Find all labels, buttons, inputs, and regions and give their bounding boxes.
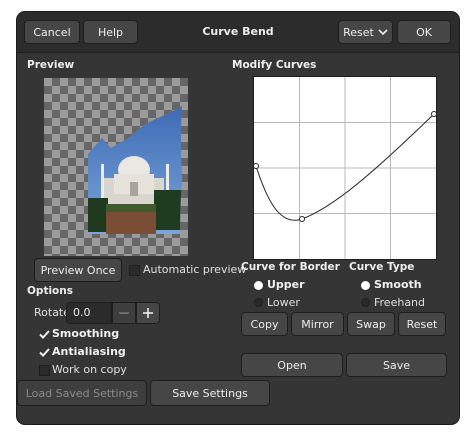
curve-control-point[interactable] <box>299 216 305 222</box>
mirror-button[interactable]: Mirror <box>291 312 344 336</box>
border-lower-radio[interactable] <box>254 298 263 307</box>
options-section-label: Options <box>27 285 73 297</box>
type-freehand-label: Freehand <box>374 296 426 309</box>
smoothing-label: Smoothing <box>52 327 120 340</box>
curve-type-label: Curve Type <box>349 261 415 273</box>
curve-bend-dialog: Cancel Help Curve Bend Reset OK Preview <box>17 12 459 424</box>
plus-icon <box>143 308 153 318</box>
rotate-decrement-button[interactable] <box>112 302 136 324</box>
swap-button[interactable]: Swap <box>347 312 395 336</box>
dialog-header: Cancel Help Curve Bend Reset OK <box>17 12 459 53</box>
reset-curve-button[interactable]: Reset <box>398 312 446 336</box>
type-smooth-label: Smooth <box>374 278 422 291</box>
open-curve-button[interactable]: Open <box>241 353 343 377</box>
curve-control-point[interactable] <box>431 111 437 117</box>
automatic-preview-checkbox[interactable] <box>129 265 140 276</box>
curve-graph-canvas <box>254 77 436 259</box>
curve-for-border-label: Curve for Border <box>241 261 340 273</box>
curve-graph[interactable] <box>253 76 437 260</box>
curve-control-point[interactable] <box>254 163 259 169</box>
minus-icon <box>119 312 129 314</box>
copy-button[interactable]: Copy <box>241 312 288 336</box>
border-upper-label: Upper <box>267 278 305 291</box>
save-curve-button[interactable]: Save <box>346 353 447 377</box>
preview-once-button[interactable]: Preview Once <box>34 258 122 282</box>
save-settings-button[interactable]: Save Settings <box>150 380 270 406</box>
load-saved-settings-button[interactable]: Load Saved Settings <box>17 380 147 406</box>
preview-canvas <box>44 78 188 256</box>
preview-section-label: Preview <box>27 59 75 71</box>
type-freehand-radio[interactable] <box>361 298 370 307</box>
antialiasing-checkbox[interactable] <box>39 347 50 358</box>
smoothing-checkbox[interactable] <box>39 329 50 340</box>
preview-image <box>88 106 182 234</box>
reset-dropdown-button[interactable]: Reset <box>338 20 393 44</box>
border-upper-radio[interactable] <box>254 281 263 290</box>
border-lower-label: Lower <box>267 296 300 309</box>
help-button[interactable]: Help <box>83 20 138 44</box>
work-on-copy-label: Work on copy <box>52 363 127 376</box>
work-on-copy-checkbox[interactable] <box>39 365 50 376</box>
automatic-preview-label: Automatic preview <box>143 263 247 276</box>
chevron-down-icon <box>378 29 388 36</box>
type-smooth-radio[interactable] <box>361 281 370 290</box>
rotate-label: Rotate <box>34 306 71 319</box>
reset-label: Reset <box>343 25 374 39</box>
rotate-input[interactable]: 0.0 <box>66 302 112 324</box>
modify-curves-section-label: Modify Curves <box>232 59 317 71</box>
cancel-button[interactable]: Cancel <box>24 20 80 44</box>
ok-button[interactable]: OK <box>397 20 451 44</box>
rotate-increment-button[interactable] <box>136 302 160 324</box>
antialiasing-label: Antialiasing <box>52 345 126 358</box>
